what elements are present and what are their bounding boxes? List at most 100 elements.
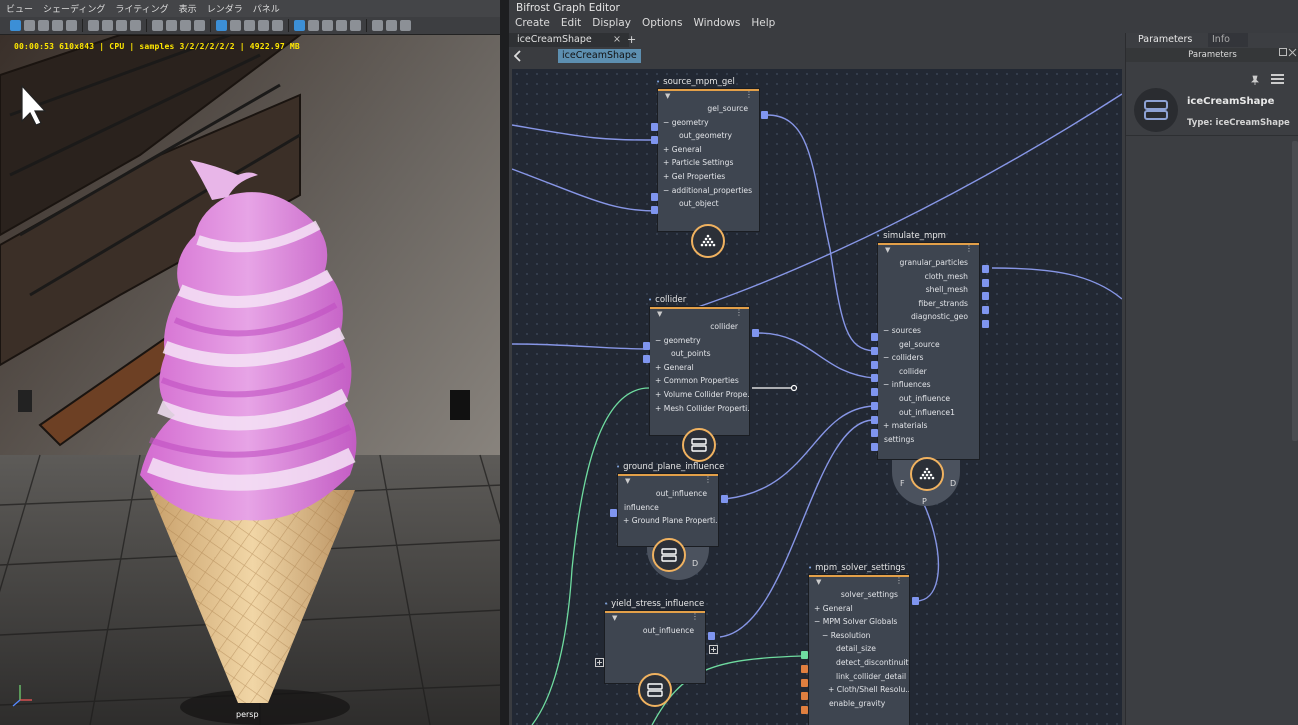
film-gate-icon[interactable] <box>66 20 77 31</box>
port-output[interactable]: granular_particles <box>878 256 979 270</box>
collapse-icon[interactable]: ▼ <box>657 310 662 318</box>
port-section[interactable]: + General <box>650 361 749 375</box>
tab-parameters[interactable]: Parameters <box>1126 33 1208 47</box>
port-output[interactable]: out_influence <box>618 487 718 501</box>
collapse-icon[interactable]: ▼ <box>816 578 821 586</box>
ring-letter[interactable]: D <box>950 479 956 488</box>
input-pin[interactable] <box>801 679 808 687</box>
menu-display[interactable]: Display <box>592 17 631 29</box>
port-input[interactable]: influence <box>618 501 718 515</box>
port-input[interactable]: out_object <box>658 197 759 211</box>
input-pin[interactable] <box>801 692 808 700</box>
isolate-select-icon[interactable] <box>272 20 283 31</box>
collapse-icon[interactable]: ▼ <box>625 477 630 485</box>
port-section[interactable]: + Mesh Collider Properti... <box>650 402 749 416</box>
pan-zoom-icon[interactable] <box>180 20 191 31</box>
input-pin[interactable] <box>871 374 878 382</box>
input-pin[interactable] <box>871 388 878 396</box>
node-title[interactable]: source_mpm_gel <box>656 77 735 87</box>
output-pin[interactable] <box>761 111 768 119</box>
port-output[interactable]: cloth_mesh <box>878 270 979 284</box>
input-pin[interactable] <box>801 665 808 673</box>
input-pin[interactable] <box>871 402 878 410</box>
field-chart-icon[interactable] <box>130 20 141 31</box>
gamma-icon[interactable] <box>386 20 397 31</box>
input-pin[interactable] <box>801 706 808 714</box>
lights-icon[interactable] <box>308 20 319 31</box>
port-section[interactable]: + Gel Properties <box>658 170 759 184</box>
port-group[interactable]: − geometry <box>650 334 749 348</box>
port-output[interactable]: gel_source <box>658 102 759 116</box>
menu-create[interactable]: Create <box>515 17 550 29</box>
grid-icon[interactable] <box>88 20 99 31</box>
port-input[interactable]: settings <box>878 433 979 447</box>
node-menu-icon[interactable]: ⋮ <box>745 90 753 99</box>
output-pin[interactable] <box>708 632 715 640</box>
port-input[interactable]: gel_source <box>878 338 979 352</box>
gate-mask-icon[interactable] <box>116 20 127 31</box>
float-panel-icon[interactable] <box>1279 48 1297 57</box>
image-plane-icon[interactable] <box>52 20 63 31</box>
output-pin[interactable] <box>982 279 989 287</box>
port-section[interactable]: + materials <box>878 419 979 433</box>
ambient-occlusion-icon[interactable] <box>336 20 347 31</box>
port-input[interactable]: out_influence1 <box>878 406 979 420</box>
port-section[interactable]: + Ground Plane Properti... <box>618 514 718 528</box>
port-section[interactable]: + General <box>658 143 759 157</box>
add-port-icon[interactable] <box>709 645 718 654</box>
menu-icon[interactable] <box>1271 74 1284 84</box>
input-pin[interactable] <box>651 123 658 131</box>
input-pin[interactable] <box>871 443 878 451</box>
port-group[interactable]: − influences <box>878 378 979 392</box>
color-management-icon[interactable] <box>400 20 411 31</box>
add-tab-button[interactable]: + <box>627 33 636 46</box>
port-section[interactable]: + General <box>809 602 909 616</box>
bounding-box-icon[interactable] <box>244 20 255 31</box>
port-section[interactable]: + Particle Settings <box>658 156 759 170</box>
render-view[interactable] <box>0 35 503 725</box>
node-menu-icon[interactable]: ⋮ <box>965 244 973 253</box>
menu-show[interactable]: 表示 <box>179 2 197 15</box>
panel-divider[interactable] <box>500 0 509 725</box>
node-title[interactable]: ground_plane_influence <box>616 462 724 472</box>
port-group[interactable]: − additional_properties <box>658 184 759 198</box>
output-pin[interactable] <box>752 329 759 337</box>
xray-icon[interactable] <box>258 20 269 31</box>
port-output[interactable]: solver_settings <box>809 588 909 602</box>
port-output[interactable]: fiber_strands <box>878 297 979 311</box>
ring-letter[interactable]: P <box>922 497 927 506</box>
menu-edit[interactable]: Edit <box>561 17 581 29</box>
port-input[interactable]: detail_size <box>809 642 909 656</box>
port-input[interactable]: collider <box>878 365 979 379</box>
node-title[interactable]: simulate_mpm <box>876 231 946 241</box>
port-section[interactable]: + Common Properties <box>650 374 749 388</box>
output-pin[interactable] <box>982 320 989 328</box>
input-pin[interactable] <box>871 361 878 369</box>
port-group[interactable]: − sources <box>878 324 979 338</box>
textured-icon[interactable] <box>294 20 305 31</box>
output-pin[interactable] <box>721 495 728 503</box>
port-group[interactable]: − geometry <box>658 116 759 130</box>
tab-icecreamshape[interactable]: iceCreamShape × <box>509 33 629 47</box>
output-pin[interactable] <box>982 292 989 300</box>
input-pin[interactable] <box>643 342 650 350</box>
menu-options[interactable]: Options <box>642 17 683 29</box>
port-input[interactable]: detect_discontinuity <box>809 656 909 670</box>
port-output[interactable]: shell_mesh <box>878 283 979 297</box>
select-camera-icon[interactable] <box>10 20 21 31</box>
resolution-gate-icon[interactable] <box>102 20 113 31</box>
bookmarks-icon[interactable] <box>38 20 49 31</box>
port-group[interactable]: − Resolution <box>809 629 909 643</box>
node-ground-plane-influence[interactable]: ▼ ⋮ out_influence influence + Ground Plan… <box>618 474 718 546</box>
input-pin[interactable] <box>651 206 658 214</box>
collapse-icon[interactable]: ▼ <box>612 614 617 622</box>
collapse-icon[interactable]: ▼ <box>665 92 670 100</box>
port-group[interactable]: − MPM Solver Globals <box>809 615 909 629</box>
safe-title-icon[interactable] <box>166 20 177 31</box>
port-input[interactable]: out_geometry <box>658 129 759 143</box>
grease-pencil-icon[interactable] <box>194 20 205 31</box>
node-collider[interactable]: ▼ ⋮ collider − geometry out_points + Gene… <box>650 307 749 435</box>
node-menu-icon[interactable]: ⋮ <box>735 308 743 317</box>
node-title[interactable]: mpm_solver_settings <box>808 563 905 573</box>
menu-windows[interactable]: Windows <box>693 17 740 29</box>
